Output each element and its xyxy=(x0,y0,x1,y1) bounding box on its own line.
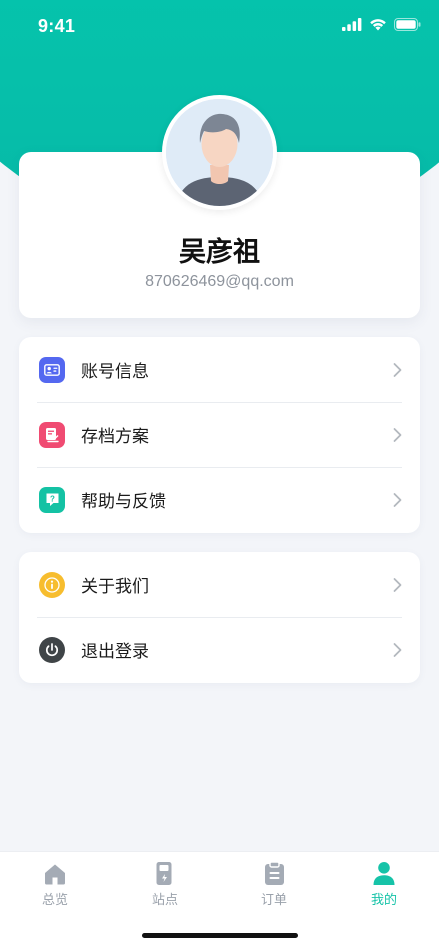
menu-group-primary: 账号信息 存档方案 ? 帮助与反馈 xyxy=(19,337,420,533)
chevron-right-icon xyxy=(393,427,402,442)
avatar-person-icon xyxy=(166,99,273,206)
tab-stations[interactable]: 站点 xyxy=(110,858,220,908)
menu-label: 账号信息 xyxy=(81,362,149,382)
clipboard-icon xyxy=(219,858,329,886)
tab-label: 总览 xyxy=(41,893,68,908)
avatar[interactable] xyxy=(162,95,277,210)
help-chat-icon: ? xyxy=(39,486,65,513)
tab-mine[interactable]: 我的 xyxy=(329,858,439,908)
power-icon xyxy=(39,636,65,663)
menu-item-logout[interactable]: 退出登录 xyxy=(19,617,420,682)
tab-label: 订单 xyxy=(260,893,287,908)
avatar-image xyxy=(166,99,273,206)
wifi-icon xyxy=(370,19,386,31)
station-icon xyxy=(110,858,220,886)
status-icons xyxy=(342,18,421,31)
menu-item-account-info[interactable]: 账号信息 xyxy=(19,337,420,402)
menu-item-archive-plan[interactable]: 存档方案 xyxy=(19,402,420,467)
status-time: 9:41 xyxy=(38,16,76,36)
menu-label: 帮助与反馈 xyxy=(81,492,166,512)
archive-doc-icon xyxy=(39,421,65,448)
chevron-right-icon xyxy=(393,577,402,592)
menu-item-about-us[interactable]: 关于我们 xyxy=(19,552,420,617)
tab-orders[interactable]: 订单 xyxy=(219,858,329,908)
tab-overview[interactable]: 总览 xyxy=(0,858,110,908)
chevron-right-icon xyxy=(393,362,402,377)
menu-group-secondary: 关于我们 退出登录 xyxy=(19,552,420,683)
status-bar: 9:41 xyxy=(0,0,439,54)
menu-label: 退出登录 xyxy=(81,642,149,662)
home-indicator xyxy=(142,933,298,938)
info-icon xyxy=(39,571,65,598)
menu-item-help-feedback[interactable]: ? 帮助与反馈 xyxy=(19,467,420,532)
id-card-icon xyxy=(39,356,65,383)
svg-text:?: ? xyxy=(50,495,55,504)
signal-icon xyxy=(342,18,362,31)
user-email: 870626469@qq.com xyxy=(145,273,294,290)
tab-label: 站点 xyxy=(151,893,178,908)
home-icon xyxy=(0,858,110,886)
user-name: 吴彦祖 xyxy=(179,237,260,268)
user-icon xyxy=(329,858,439,886)
chevron-right-icon xyxy=(393,492,402,507)
tab-label: 我的 xyxy=(370,893,397,908)
menu-label: 存档方案 xyxy=(81,427,149,447)
chevron-right-icon xyxy=(393,642,402,657)
battery-icon xyxy=(394,18,421,31)
menu-label: 关于我们 xyxy=(81,577,149,597)
